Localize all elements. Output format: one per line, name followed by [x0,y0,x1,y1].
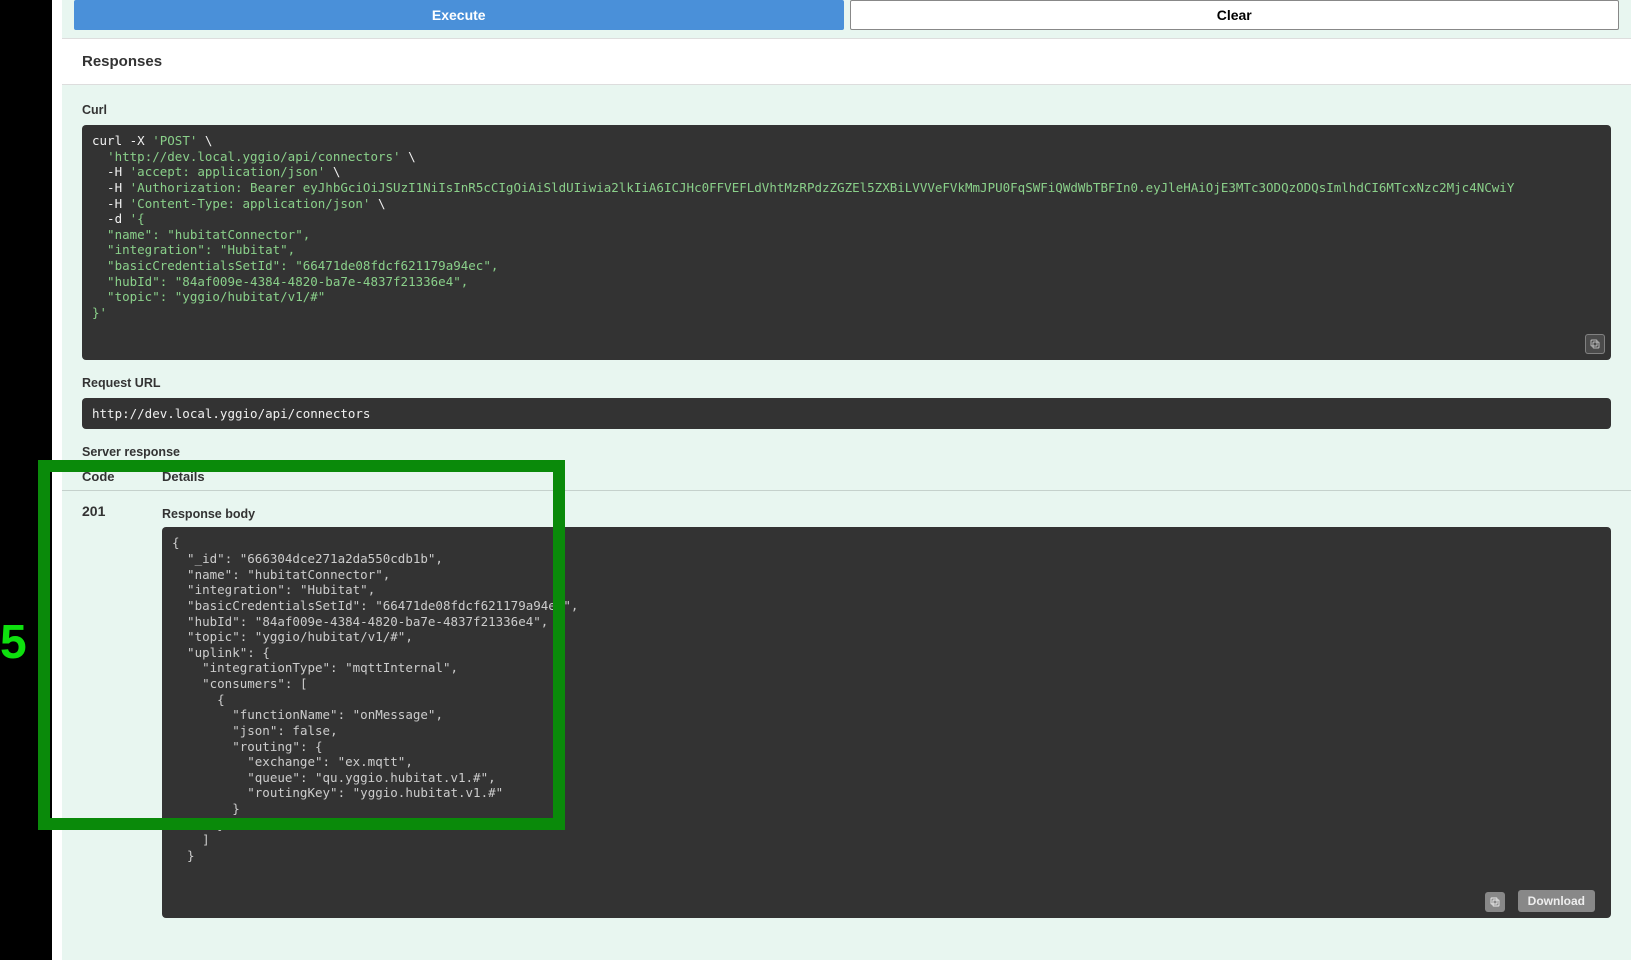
execute-button[interactable]: Execute [74,0,844,30]
response-row: 201 Response body { "_id": "666304dce271… [62,491,1631,918]
col-code-header: Code [82,463,162,490]
clear-button[interactable]: Clear [850,0,1620,30]
response-code: 201 [82,501,162,918]
responses-header: Responses [62,38,1631,85]
curl-label: Curl [62,99,1631,121]
col-details-header: Details [162,463,1611,490]
response-body-label: Response body [162,501,1611,527]
annotation-number: 5 [0,615,27,670]
response-table-head: Code Details [62,463,1631,491]
server-response-label: Server response [62,441,1631,463]
action-buttons: Execute Clear [62,0,1631,38]
curl-block: curl -X 'POST' \ 'http://dev.local.yggio… [82,125,1611,360]
request-url-label: Request URL [62,372,1631,394]
copy-curl-icon[interactable] [1585,334,1605,354]
responses-title: Responses [82,53,1611,70]
copy-response-icon[interactable] [1485,892,1505,912]
response-body-block: { "_id": "666304dce271a2da550cdb1b", "na… [162,527,1611,918]
download-button[interactable]: Download [1518,890,1595,912]
request-url-block: http://dev.local.yggio/api/connectors [82,398,1611,430]
